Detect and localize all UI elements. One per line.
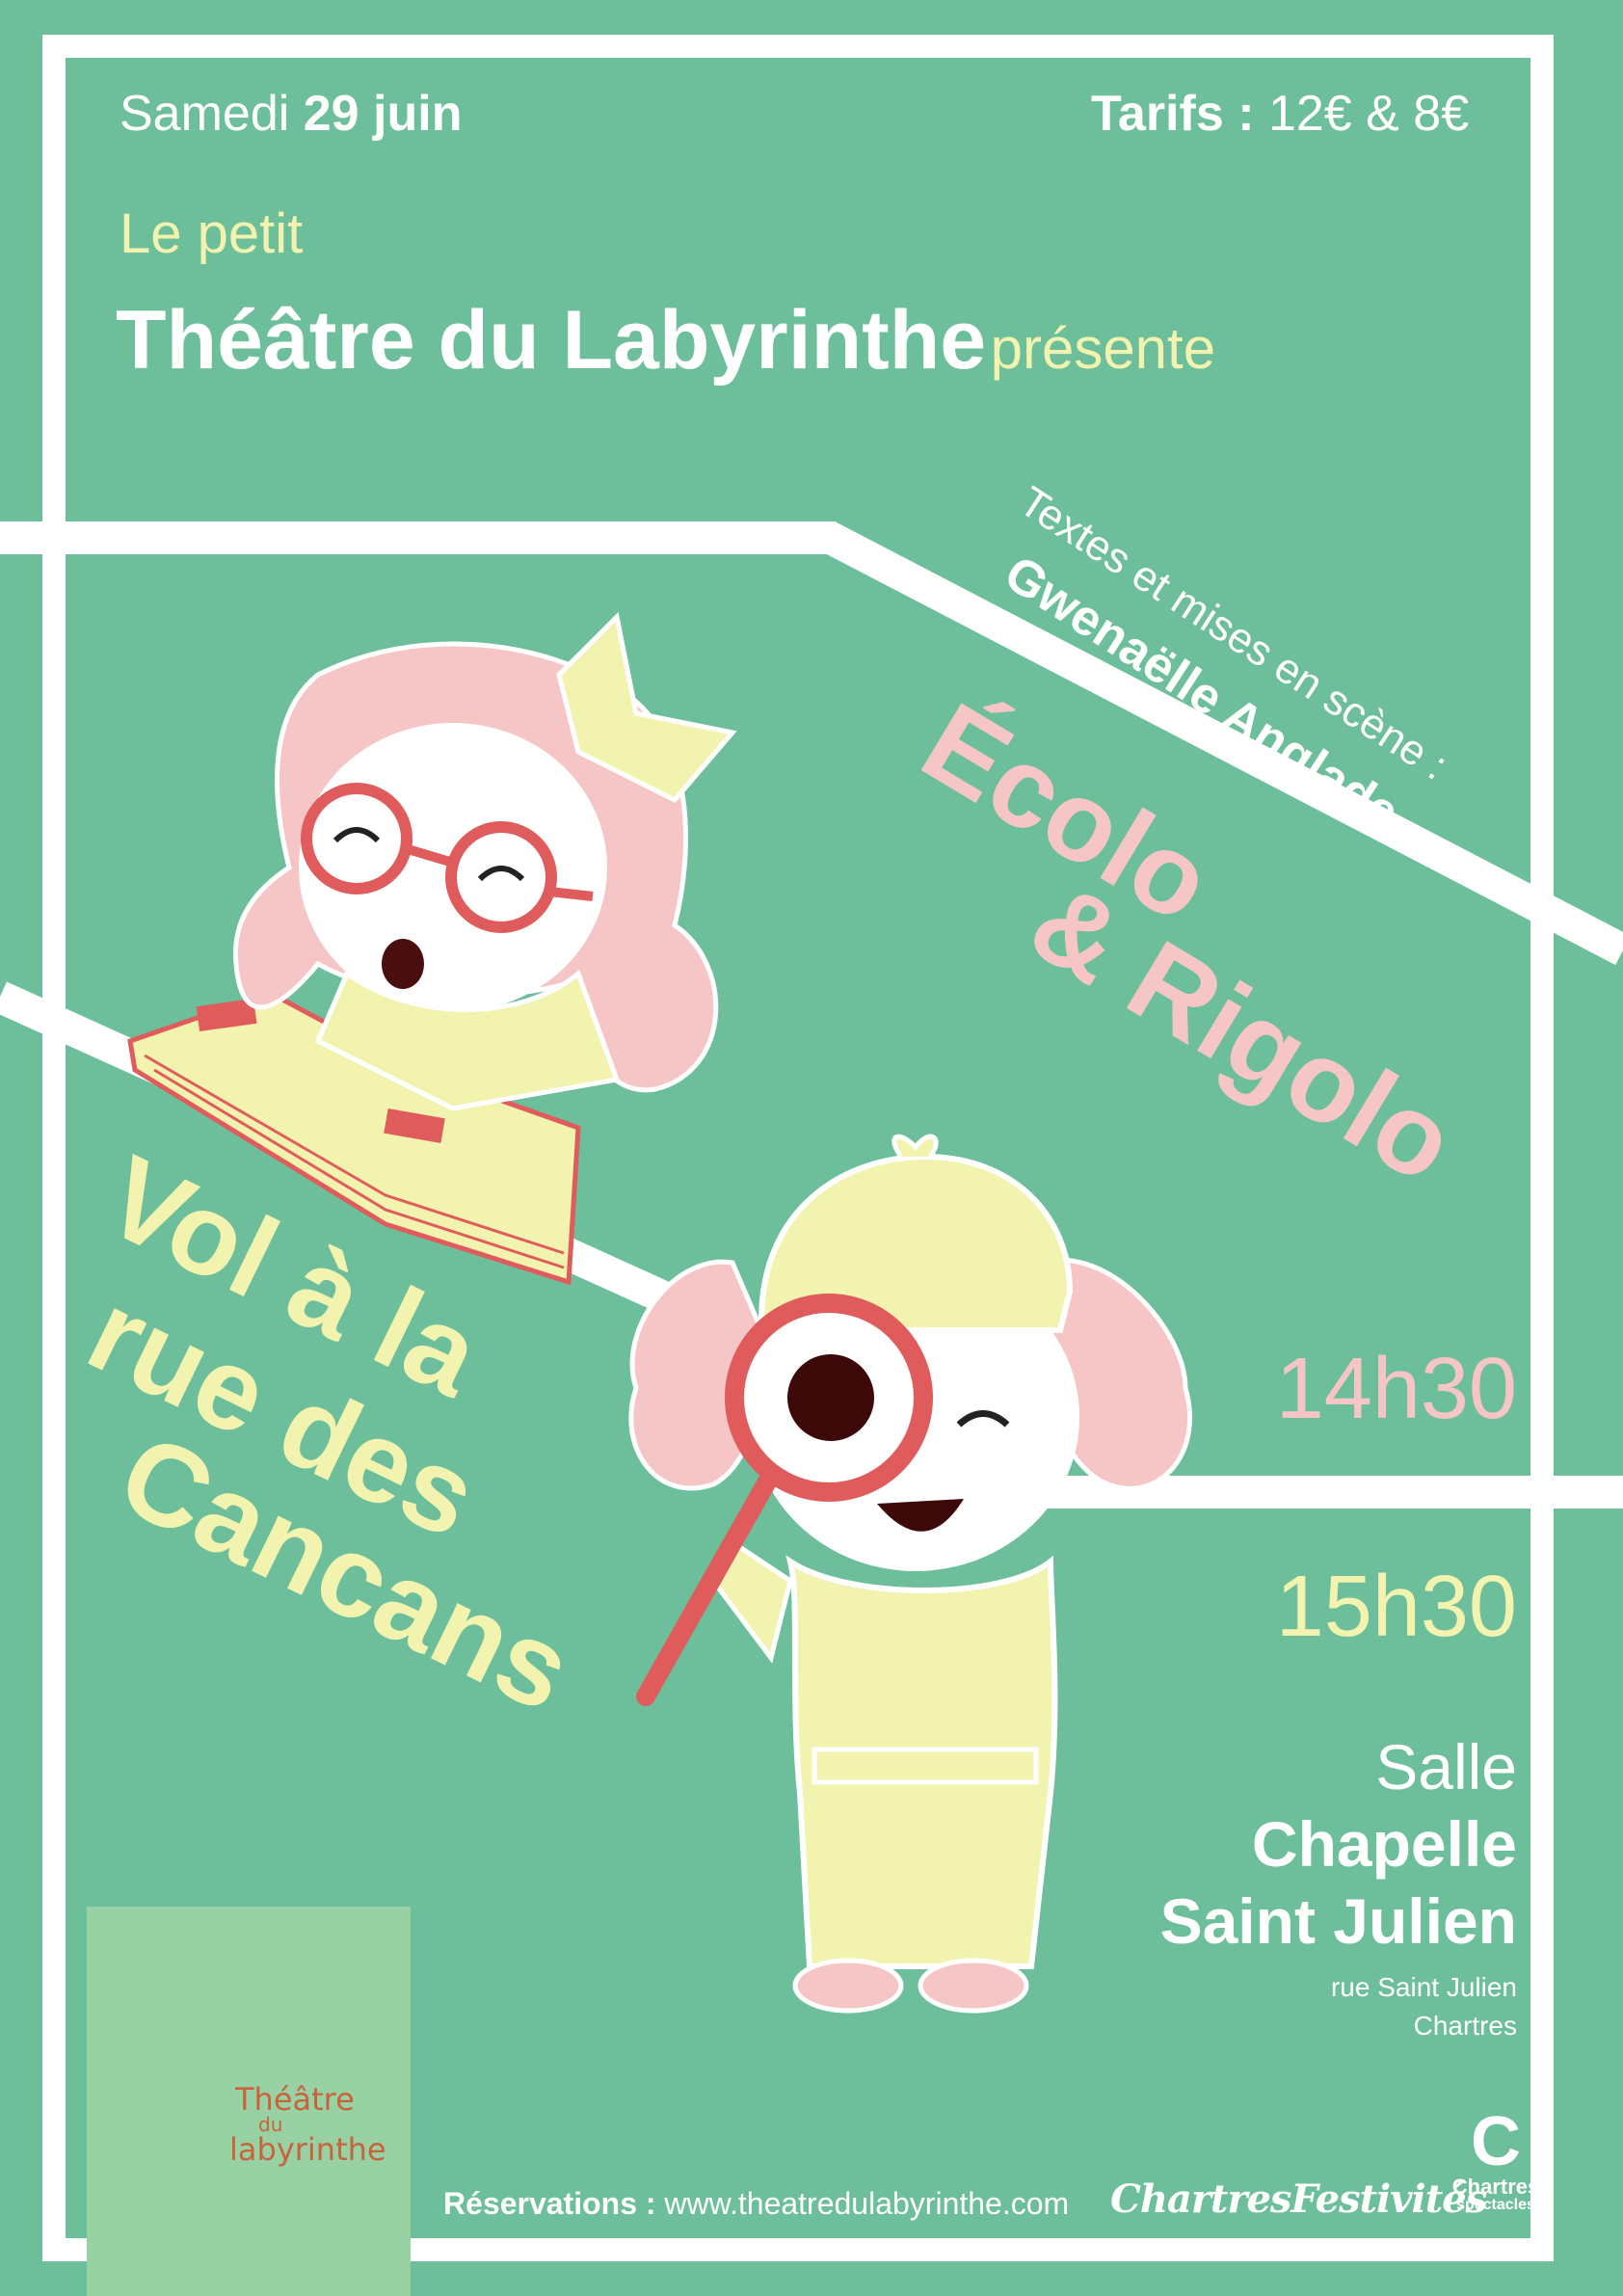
venue-city: Chartres [1413,2011,1517,2041]
tarifs-value: 12€ & 8€ [1267,86,1470,142]
venue-name2: Saint Julien [1159,1885,1517,1957]
detective-girl-illustration [628,1134,1192,2014]
logo-line3: labyrinthe [229,2131,386,2168]
date-prefix: Samedi [120,86,290,142]
logo-line1: Théâtre [235,2081,355,2118]
show2-time: 15h30 [1275,1559,1517,1655]
theatre-name: Théâtre du Labyrinthe [116,294,987,387]
presente-word: présente [990,316,1216,381]
date-line: Samedi 29 juin [120,89,462,139]
reservations-url[interactable]: www.theatredulabyrinthe.com [664,2186,1069,2221]
sponsor-chartres-festivites: ChartresFestivités [1110,2176,1487,2222]
venue-block: Salle Chapelle Saint Julien rue Saint Ju… [1160,1735,1517,2040]
tarifs-line: Tarifs : 12€ & 8€ [1091,89,1469,139]
reservations-label: Réservations : [443,2186,656,2221]
date-bold: 29 juin [303,86,463,142]
sponsor2-line1: Chartres [1451,2175,1540,2199]
venue-salle: Salle [1375,1731,1517,1802]
chartres-c-icon: C [1471,2103,1521,2180]
presenter-line1: Le petit [120,202,304,265]
reservations-line: Réservations : www.theatredulabyrinthe.c… [443,2188,1069,2219]
venue-name1: Chapelle [1251,1808,1517,1880]
tarifs-label: Tarifs : [1091,86,1255,142]
show1-time: 14h30 [1275,1341,1517,1437]
sponsor-chartres-spectacles: C Chartres spectacles [1440,2107,1552,2213]
venue-street: rue Saint Julien [1330,1972,1517,2002]
theatre-logo-text: Théâtre du labyrinthe [229,2081,386,2165]
presenter-line2: Théâtre du Labyrinthe présente [116,299,1215,382]
sponsor2-line2: spectacles [1456,2197,1535,2213]
